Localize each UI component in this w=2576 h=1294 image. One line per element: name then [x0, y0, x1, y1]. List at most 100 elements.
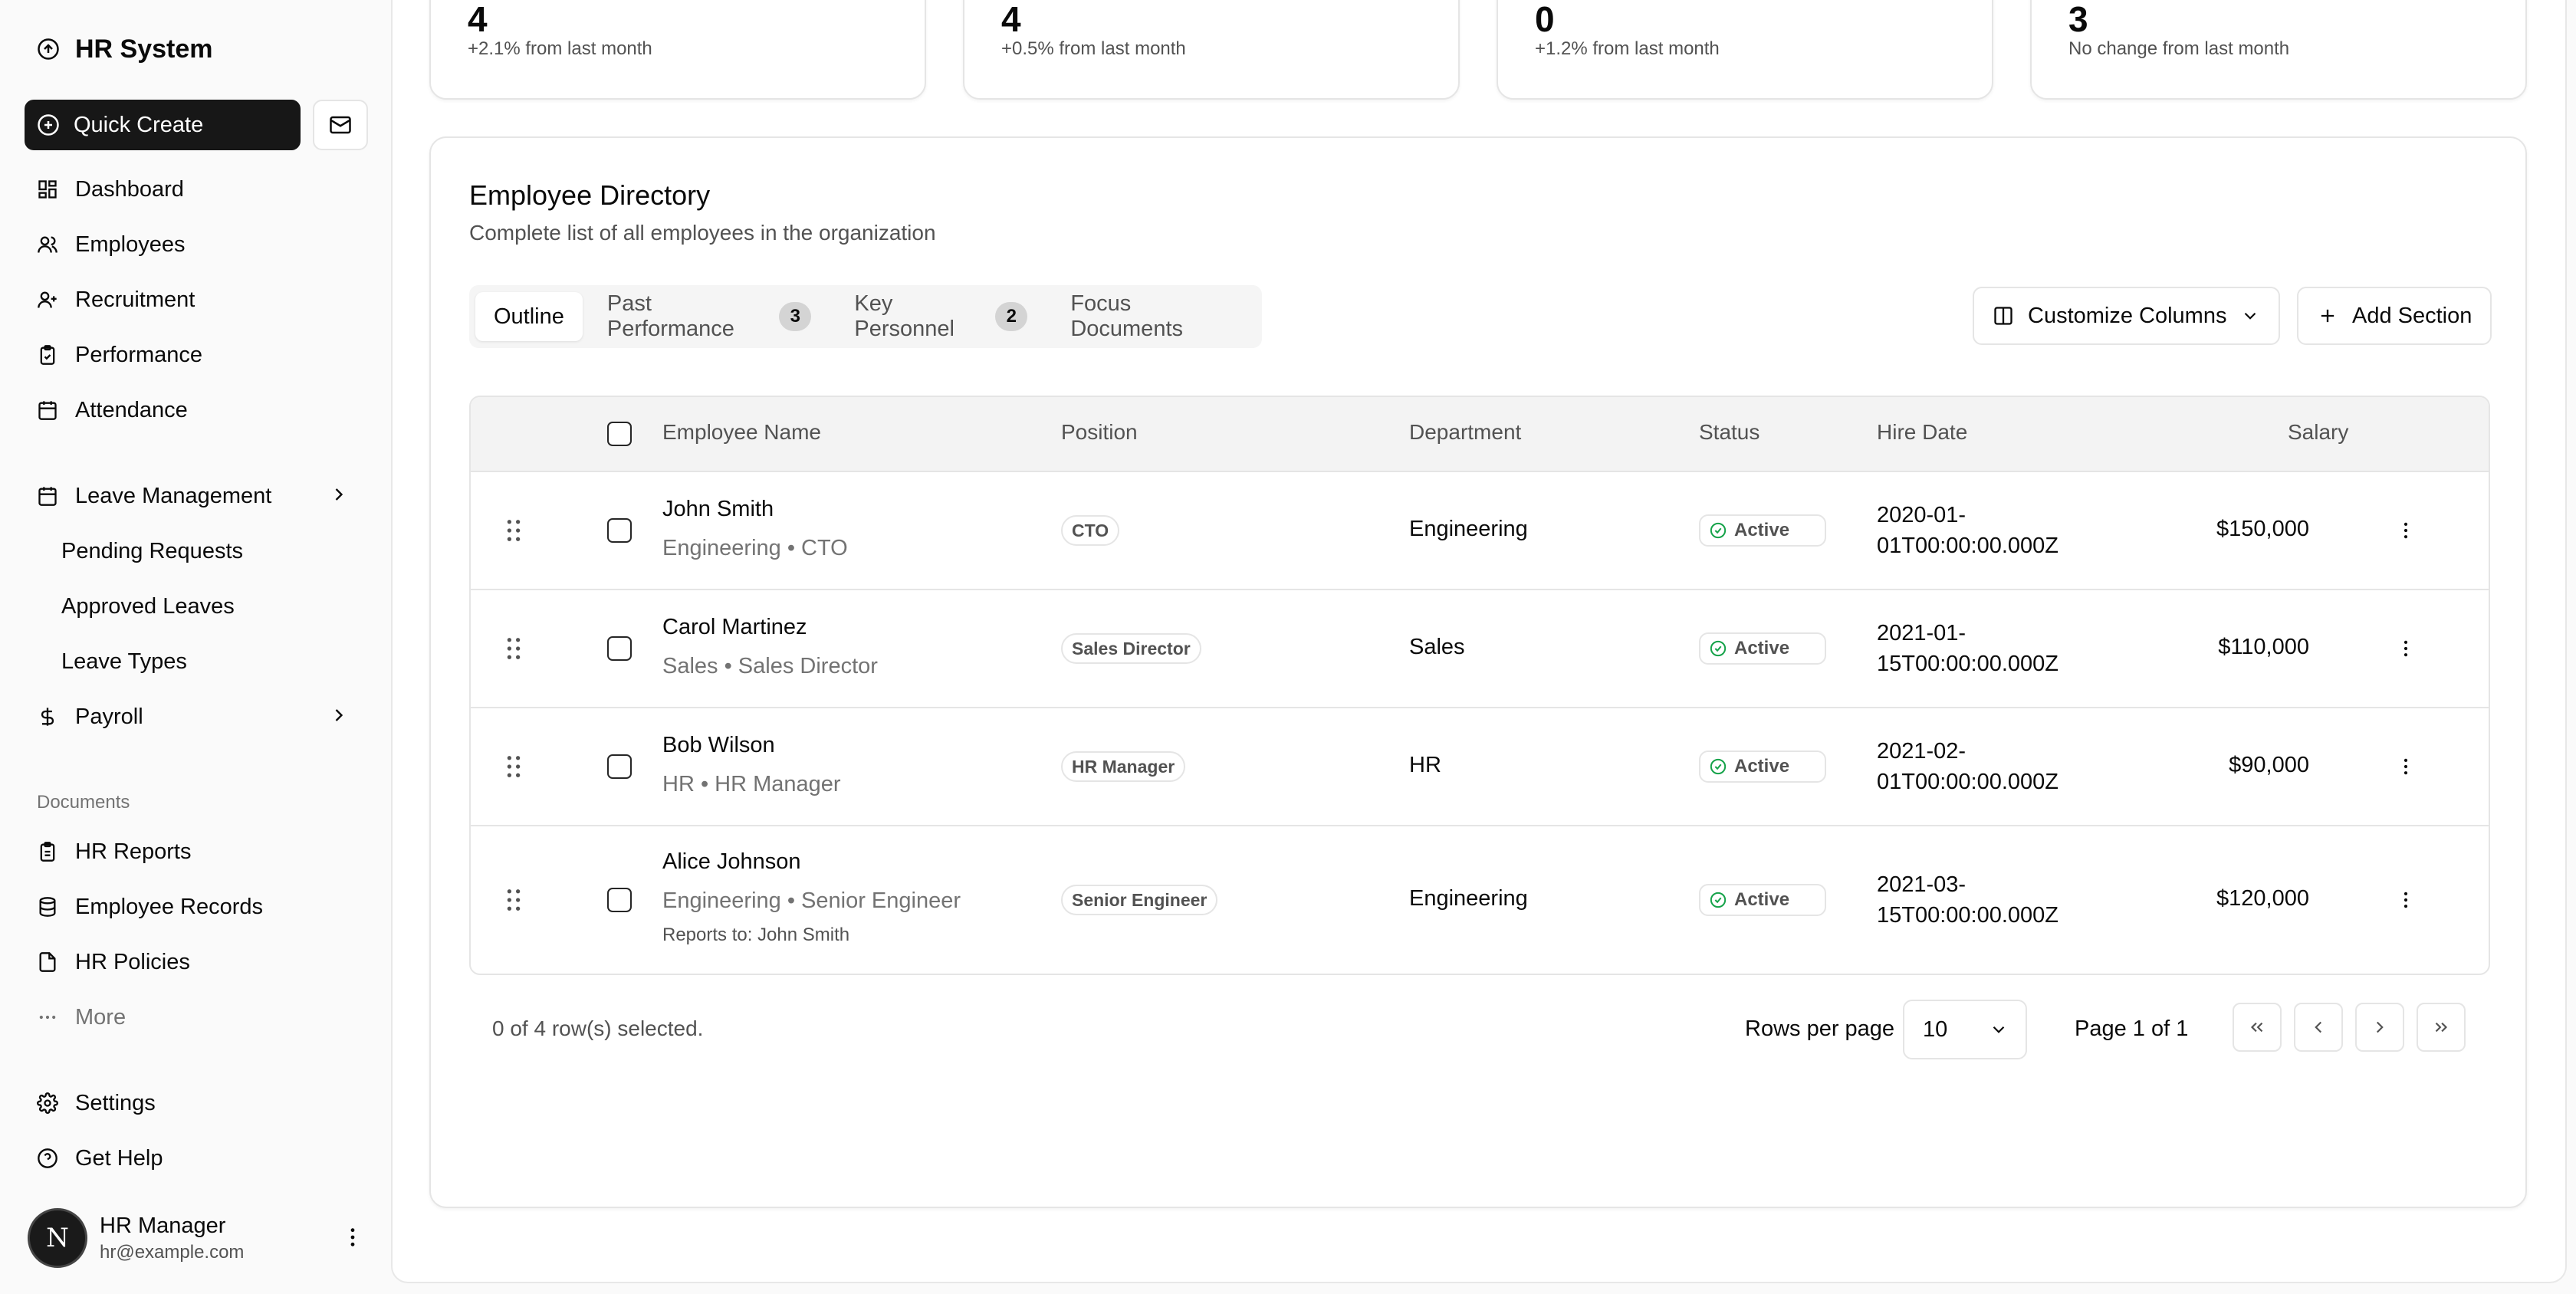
clipboard-icon — [40, 842, 55, 862]
employee-subtitle: HR • HR Manager — [662, 772, 841, 796]
row-actions-icon[interactable] — [2390, 751, 2421, 782]
nav-payroll[interactable]: Payroll — [25, 694, 362, 740]
employee-name[interactable]: John Smith — [662, 497, 848, 522]
nav-leave-types[interactable]: Leave Types — [61, 639, 187, 685]
row-actions-icon[interactable] — [2390, 633, 2421, 664]
position-badge: Senior Engineer — [1061, 885, 1218, 915]
nav-approved-leaves[interactable]: Approved Leaves — [61, 583, 235, 629]
nav-label: HR Reports — [75, 839, 192, 864]
nav-settings[interactable]: Settings — [25, 1080, 362, 1126]
tab-focus-documents[interactable]: Focus Documents — [1052, 291, 1256, 341]
column-header-salary[interactable]: Salary — [2288, 420, 2348, 445]
nav-employee-records[interactable]: Employee Records — [25, 884, 362, 930]
row-checkbox[interactable] — [607, 636, 632, 661]
next-page-button[interactable] — [2355, 1003, 2404, 1052]
plus-circle-icon — [38, 114, 59, 136]
position-badge: HR Manager — [1061, 751, 1186, 782]
nav-get-help[interactable]: Get Help — [25, 1135, 362, 1181]
quick-create-button[interactable]: Quick Create — [25, 100, 301, 150]
stat-card: 4 +0.5% from last month — [963, 0, 1460, 100]
stat-value: 4 — [1001, 0, 1021, 39]
row-actions-icon[interactable] — [2390, 515, 2421, 546]
users-icon — [38, 236, 58, 253]
tab-past-performance[interactable]: Past Performance 3 — [589, 291, 830, 341]
table-header: Employee Name Position Department Status… — [471, 397, 2489, 472]
employee-cell: Alice Johnson Engineering • Senior Engin… — [662, 849, 961, 946]
button-label: Add Section — [2352, 303, 2472, 328]
table-row[interactable]: Bob Wilson HR • HR Manager HR Manager HR… — [471, 708, 2489, 826]
nav-label: More — [75, 1004, 127, 1030]
nav-leave-management[interactable]: Leave Management — [25, 473, 362, 519]
employee-name[interactable]: Alice Johnson — [662, 849, 961, 875]
last-page-button[interactable] — [2417, 1003, 2466, 1052]
tab-outline[interactable]: Outline — [475, 292, 583, 341]
salary-cell: $110,000 — [2218, 635, 2309, 659]
check-circle-icon — [1710, 522, 1727, 539]
rows-per-page-value: 10 — [1923, 1016, 1948, 1042]
stat-note: No change from last month — [2068, 38, 2290, 59]
employee-table: Employee Name Position Department Status… — [469, 396, 2490, 975]
chevron-right-icon — [2376, 1021, 2384, 1033]
department-cell: Engineering — [1409, 517, 1528, 541]
plus-icon — [2321, 309, 2334, 323]
tab-label: Past Performance — [606, 291, 734, 341]
nav-attendance[interactable]: Attendance — [25, 387, 362, 433]
column-header-name[interactable]: Employee Name — [662, 420, 821, 445]
quick-actions: Quick Create — [25, 100, 368, 150]
employee-subtitle: Engineering • CTO — [662, 536, 848, 560]
column-header-department[interactable]: Department — [1409, 420, 1521, 445]
first-page-button[interactable] — [2233, 1003, 2282, 1052]
employee-name[interactable]: Carol Martinez — [662, 615, 878, 640]
mail-icon — [330, 116, 351, 134]
nav-hr-reports[interactable]: HR Reports — [25, 829, 362, 875]
more-vertical-icon[interactable] — [340, 1225, 365, 1250]
status-badge: Active — [1699, 884, 1826, 916]
stat-card: 4 +2.1% from last month — [429, 0, 926, 100]
chevron-down-icon — [2245, 312, 2256, 320]
employee-name[interactable]: Bob Wilson — [662, 733, 841, 758]
app-title: HR System — [75, 34, 213, 64]
button-label: Customize Columns — [2028, 303, 2227, 328]
status-label: Active — [1734, 638, 1790, 658]
add-section-button[interactable]: Add Section — [2297, 287, 2492, 345]
tab-key-personnel[interactable]: Key Personnel 2 — [836, 291, 1046, 341]
tab-count-badge: 3 — [779, 302, 812, 331]
chevron-right-icon — [335, 709, 343, 721]
column-header-hire-date[interactable]: Hire Date — [1877, 420, 1967, 445]
drag-handle-icon[interactable] — [500, 515, 527, 546]
nav-employees[interactable]: Employees — [25, 222, 362, 268]
row-actions-icon[interactable] — [2390, 885, 2421, 915]
table-row[interactable]: John Smith Engineering • CTO CTO Enginee… — [471, 472, 2489, 590]
inbox-button[interactable] — [313, 100, 368, 150]
drag-handle-icon[interactable] — [500, 751, 527, 782]
nav-recruitment[interactable]: Recruitment — [25, 277, 362, 323]
drag-handle-icon[interactable] — [500, 885, 527, 915]
brand[interactable]: HR System — [37, 31, 213, 67]
row-checkbox[interactable] — [607, 754, 632, 779]
row-checkbox[interactable] — [607, 888, 632, 912]
drag-handle-icon[interactable] — [500, 633, 527, 664]
status-badge: Active — [1699, 514, 1826, 547]
nav-dashboard[interactable]: Dashboard — [25, 166, 362, 212]
nav-performance[interactable]: Performance — [25, 332, 362, 378]
table-row[interactable]: Alice Johnson Engineering • Senior Engin… — [471, 826, 2489, 974]
select-all-checkbox[interactable] — [607, 422, 632, 446]
nav-more[interactable]: More — [25, 994, 362, 1040]
nav-label: HR Policies — [75, 949, 190, 974]
column-header-status[interactable]: Status — [1699, 420, 1760, 445]
user-profile[interactable]: N HR Manager hr@example.com — [28, 1204, 365, 1273]
status-label: Active — [1734, 756, 1790, 777]
row-checkbox[interactable] — [607, 518, 632, 543]
customize-columns-button[interactable]: Customize Columns — [1973, 287, 2281, 345]
status-badge: Active — [1699, 632, 1826, 665]
stat-card: 3 No change from last month — [2030, 0, 2527, 100]
column-header-position[interactable]: Position — [1061, 420, 1138, 445]
tab-label: Outline — [494, 304, 564, 329]
tab-label: Key Personnel — [854, 291, 955, 341]
table-row[interactable]: Carol Martinez Sales • Sales Director Sa… — [471, 590, 2489, 708]
nav-pending-requests[interactable]: Pending Requests — [61, 528, 243, 574]
rows-per-page-select[interactable]: 10 — [1903, 1000, 2027, 1059]
tab-list: Outline Past Performance 3 Key Personnel… — [469, 285, 1262, 348]
previous-page-button[interactable] — [2294, 1003, 2343, 1052]
nav-hr-policies[interactable]: HR Policies — [25, 939, 362, 985]
